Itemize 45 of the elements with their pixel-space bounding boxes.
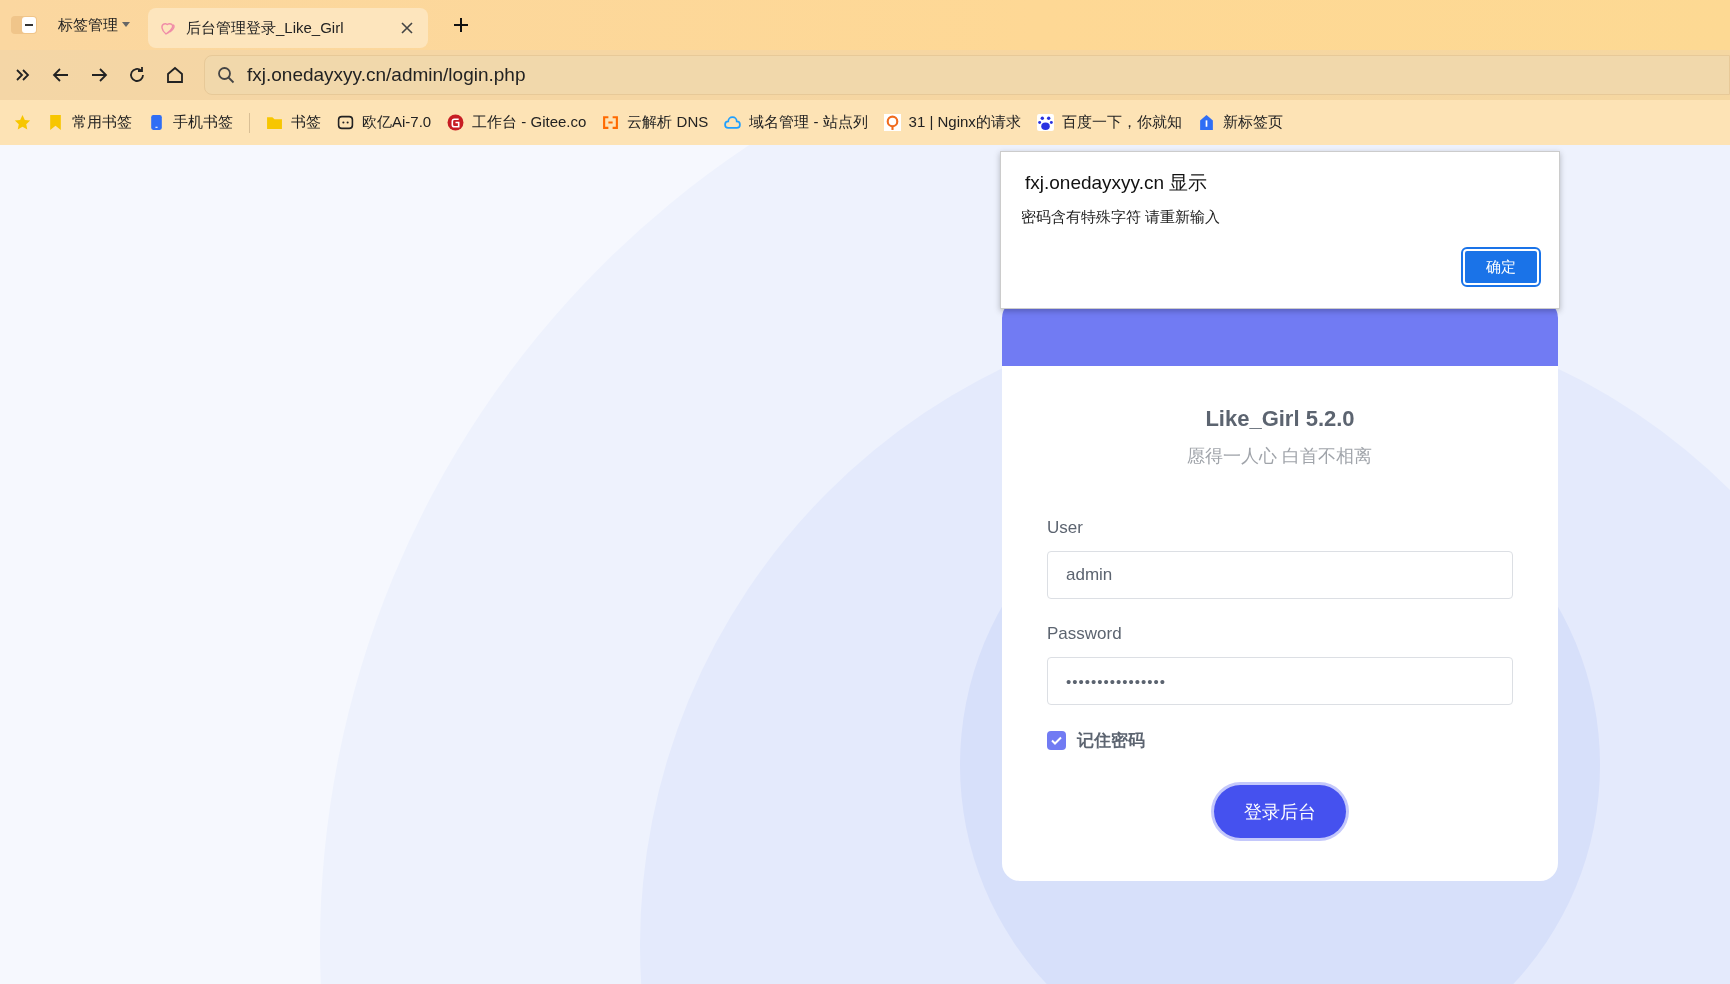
password-label: Password [1047,624,1123,644]
pin-logo-icon [883,114,901,131]
cloud-icon [724,114,742,131]
remember-label: 记住密码 [1077,730,1145,752]
back-icon[interactable] [52,66,70,84]
user-field[interactable]: admin [1047,551,1513,599]
caret-icon [122,22,130,28]
robot-icon [337,114,354,131]
bookmark-link[interactable]: 书签 [266,113,321,132]
bookmark-link[interactable]: 云解析 DNS [602,113,709,132]
ok-button[interactable]: 确定 [1463,249,1539,285]
folder-icon [266,114,283,131]
bookmark-link[interactable]: 百度一下，你就知 [1036,113,1182,132]
house-icon [1197,114,1215,131]
bookmark-link[interactable]: 工作台 - Gitee.co [447,113,587,132]
bookmark-link[interactable]: 新标签页 [1197,113,1283,132]
dialog-message: 密码含有特殊字符 请重新输入 [1021,208,1222,227]
home-icon[interactable] [166,66,184,84]
star-icon[interactable] [14,114,31,131]
bookmark-link[interactable]: 域名管理 - 站点列 [724,113,868,132]
tab-group-label[interactable]: 标签管理 [50,15,138,35]
phone-icon [148,114,165,131]
login-button[interactable]: 登录后台 [1214,785,1346,838]
bookmark-link[interactable]: 常用书签 [47,113,132,132]
user-label: User [1047,518,1084,538]
app-title: Like_Girl 5.2.0 [1205,406,1355,432]
new-tab-plus-icon[interactable] [452,16,470,34]
browser-tab[interactable]: 后台管理登录_Like_Girl [148,8,428,48]
check-icon [1051,736,1062,745]
dialog-title: fxj.onedayxyy.cn 显示 [1025,171,1209,195]
bracket-logo-icon [602,114,620,131]
reload-icon[interactable] [128,66,146,84]
address-bar[interactable]: fxj.onedayxyy.cn/admin/login.php [204,55,1730,95]
password-field[interactable]: •••••••••••••••• [1047,657,1513,705]
remember-checkbox[interactable] [1047,731,1066,750]
paw-icon [1036,114,1054,131]
forward-icon[interactable] [90,66,108,84]
gitee-logo-icon [447,114,465,131]
sidebar-toggle-icon[interactable] [10,14,40,36]
bookmark-link[interactable]: 手机书签 [148,113,233,132]
search-icon [217,66,235,84]
bookmark-link[interactable]: 31 | Nginx的请求 [883,113,1021,132]
app-subtitle: 愿得一人心 白首不相离 [1187,445,1373,468]
bookmark-link[interactable]: 欧亿Ai-7.0 [337,113,432,132]
bookmark-icon [47,114,64,131]
